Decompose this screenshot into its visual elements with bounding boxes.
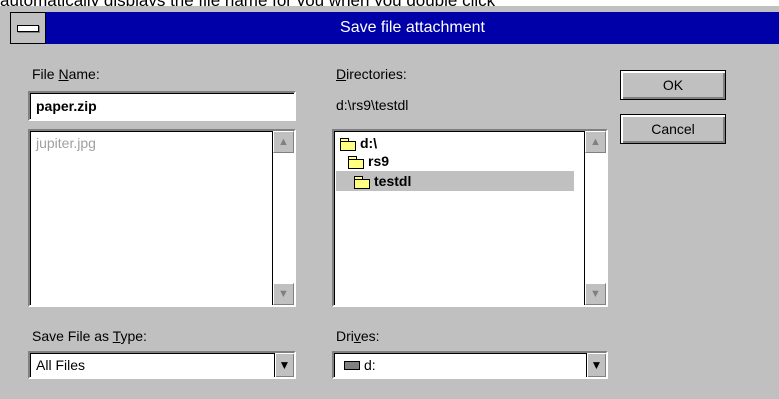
dropdown-arrow-icon: ▼ bbox=[278, 358, 291, 372]
open-folder-icon bbox=[348, 155, 364, 169]
dropdown-arrow-icon: ▼ bbox=[590, 358, 603, 372]
save-type-dropdown-button[interactable]: ▼ bbox=[274, 353, 294, 377]
drive-icon bbox=[344, 361, 360, 370]
scroll-down-icon: ▼ bbox=[590, 287, 601, 300]
directory-list-scrollbar[interactable]: ▲ ▼ bbox=[584, 131, 606, 305]
scroll-up-button[interactable]: ▲ bbox=[273, 131, 294, 153]
save-type-select[interactable]: All Files ▼ bbox=[28, 351, 296, 379]
file-name-input[interactable]: paper.zip bbox=[28, 91, 296, 121]
open-folder-icon bbox=[354, 175, 370, 189]
file-list[interactable]: jupiter.jpg ▲ ▼ bbox=[28, 129, 296, 307]
system-menu-button[interactable] bbox=[10, 12, 46, 44]
window-title: Save file attachment bbox=[340, 19, 485, 36]
save-type-value: All Files bbox=[36, 357, 86, 373]
title-bar: Save file attachment bbox=[10, 12, 779, 44]
file-list-scrollbar[interactable]: ▲ ▼ bbox=[272, 131, 294, 305]
list-item[interactable]: rs9 bbox=[348, 153, 389, 169]
current-directory-path: d:\rs9\testdl bbox=[336, 97, 409, 113]
scroll-down-icon: ▼ bbox=[278, 287, 289, 300]
file-name-label: File Name: bbox=[32, 66, 100, 82]
scroll-down-button[interactable]: ▼ bbox=[273, 283, 294, 305]
list-item-selected[interactable]: testdl bbox=[336, 171, 574, 191]
drives-value: d: bbox=[364, 357, 376, 373]
drives-select[interactable]: d: ▼ bbox=[332, 351, 608, 379]
drives-label: Drives: bbox=[336, 328, 380, 344]
save-file-dialog: Save file attachment File Name: paper.zi… bbox=[0, 6, 779, 399]
system-menu-icon bbox=[17, 24, 39, 32]
scroll-up-icon: ▲ bbox=[590, 135, 601, 148]
list-item[interactable]: d:\ bbox=[340, 135, 377, 151]
scroll-down-button[interactable]: ▼ bbox=[585, 283, 606, 305]
file-name-value: paper.zip bbox=[36, 98, 97, 114]
cancel-button[interactable]: Cancel bbox=[620, 114, 726, 144]
ok-button[interactable]: OK bbox=[620, 70, 726, 100]
scroll-up-button[interactable]: ▲ bbox=[585, 131, 606, 153]
directories-label: Directories: bbox=[336, 66, 407, 82]
list-item[interactable]: jupiter.jpg bbox=[36, 135, 96, 151]
drives-dropdown-button[interactable]: ▼ bbox=[586, 353, 606, 377]
directory-list[interactable]: d:\ rs9 testdl ▲ ▼ bbox=[332, 129, 608, 307]
save-type-label: Save File as Type: bbox=[32, 328, 147, 344]
scroll-up-icon: ▲ bbox=[278, 135, 289, 148]
open-folder-icon bbox=[340, 137, 356, 151]
